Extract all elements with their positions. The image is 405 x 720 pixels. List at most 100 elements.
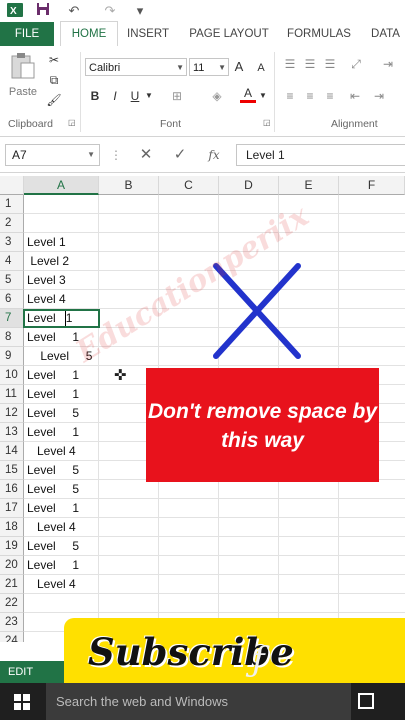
search-input[interactable]: Search the web and Windows	[46, 683, 351, 720]
borders-icon[interactable]: ⊞	[166, 88, 188, 104]
cell-a12[interactable]: Level 5	[27, 404, 79, 423]
row-header[interactable]: 1	[0, 195, 24, 214]
alignment-group-label: Alignment	[331, 118, 378, 130]
format-painter-icon[interactable]: 🖌	[46, 92, 62, 108]
row-header[interactable]: 5	[0, 271, 24, 290]
tab-home[interactable]: HOME	[60, 21, 118, 48]
row-header[interactable]: 8	[0, 328, 24, 347]
row-header[interactable]: 7	[0, 309, 24, 328]
bold-button[interactable]: B	[88, 88, 102, 104]
tab-page-layout[interactable]: PAGE LAYOUT	[186, 22, 272, 46]
divider	[274, 52, 275, 132]
row-header[interactable]: 16	[0, 480, 24, 499]
redo-button[interactable]: ↷	[98, 2, 122, 20]
tab-data[interactable]: DATA	[366, 22, 405, 46]
column-header-c[interactable]: C	[159, 176, 219, 195]
tab-file[interactable]: FILE	[0, 22, 54, 46]
row-header[interactable]: 21	[0, 575, 24, 594]
font-size-combo[interactable]: 11 ▼	[189, 58, 229, 76]
copy-icon[interactable]: ⧉	[46, 72, 62, 88]
row-header[interactable]: 9	[0, 347, 24, 366]
cell-a15[interactable]: Level 5	[27, 461, 79, 480]
column-header-e[interactable]: E	[279, 176, 339, 195]
cell-a8[interactable]: Level 1	[27, 328, 79, 347]
wrap-text-icon[interactable]: ⇥	[378, 56, 398, 72]
windows-start-icon[interactable]	[14, 694, 30, 715]
cell-a14[interactable]: Level 4	[27, 442, 76, 461]
save-icon[interactable]	[34, 2, 52, 20]
font-color-button[interactable]: A	[240, 86, 256, 103]
row-header[interactable]: 10	[0, 366, 24, 385]
warning-text: Don't remove space by this way	[147, 400, 378, 452]
pointer-hand-icon: ƒ	[252, 640, 265, 680]
select-all-corner[interactable]	[0, 176, 24, 195]
cell-a21[interactable]: Level 4	[27, 575, 76, 594]
cell-a17[interactable]: Level 1	[27, 499, 79, 518]
cell-a18[interactable]: Level 4	[27, 518, 76, 537]
active-cell-border[interactable]	[23, 309, 100, 328]
row-header[interactable]: 13	[0, 423, 24, 442]
cell-a19[interactable]: Level 5	[27, 537, 79, 556]
align-left-icon[interactable]: ≡	[282, 88, 298, 104]
tab-formulas[interactable]: FORMULAS	[282, 22, 356, 46]
align-right-icon[interactable]: ≡	[322, 88, 338, 104]
column-header-d[interactable]: D	[219, 176, 279, 195]
row-header[interactable]: 2	[0, 214, 24, 233]
underline-button[interactable]: U	[128, 88, 142, 104]
cell-a4[interactable]: Level 2	[27, 252, 69, 271]
row-header[interactable]: 19	[0, 537, 24, 556]
cell-a5[interactable]: Level 3	[27, 271, 66, 290]
column-header-b[interactable]: B	[99, 176, 159, 195]
cut-icon[interactable]: ✂	[46, 52, 62, 68]
cell-a16[interactable]: Level 5	[27, 480, 79, 499]
grow-font-button[interactable]: A	[232, 59, 246, 75]
chevron-down-icon[interactable]: ▼	[144, 88, 154, 104]
align-bottom-icon[interactable]: ☰	[322, 56, 338, 72]
cancel-icon[interactable]: ✕	[136, 147, 156, 163]
row-header[interactable]: 23	[0, 613, 24, 632]
name-box[interactable]: A7 ▼	[5, 144, 100, 166]
row-header[interactable]: 4	[0, 252, 24, 271]
row-header[interactable]: 3	[0, 233, 24, 252]
cell-a3[interactable]: Level 1	[27, 233, 66, 252]
align-center-icon[interactable]: ≡	[302, 88, 318, 104]
align-top-icon[interactable]: ☰	[282, 56, 298, 72]
cell-a11[interactable]: Level 1	[27, 385, 79, 404]
paste-label[interactable]: Paste	[4, 84, 42, 100]
undo-button[interactable]: ↶	[62, 2, 86, 20]
orientation-icon[interactable]: ⤢	[346, 56, 366, 72]
decrease-indent-icon[interactable]: ⇤	[346, 88, 364, 104]
row-header[interactable]: 11	[0, 385, 24, 404]
row-header[interactable]: 20	[0, 556, 24, 575]
row-header[interactable]: 22	[0, 594, 24, 613]
insert-function-button[interactable]: fx	[204, 147, 224, 163]
row-header[interactable]: 12	[0, 404, 24, 423]
formula-input[interactable]: Level 1	[236, 144, 405, 166]
font-name-combo[interactable]: Calibri ▼	[85, 58, 187, 76]
tab-insert[interactable]: INSERT	[122, 22, 174, 46]
row-header[interactable]: 24	[0, 632, 24, 642]
customize-icon[interactable]: ▾	[134, 2, 146, 20]
clipboard-launcher-icon[interactable]: ◲	[68, 118, 76, 127]
column-header-a[interactable]: A	[24, 176, 99, 195]
align-middle-icon[interactable]: ☰	[302, 56, 318, 72]
cell-a6[interactable]: Level 4	[27, 290, 66, 309]
font-launcher-icon[interactable]: ◲	[263, 118, 271, 127]
increase-indent-icon[interactable]: ⇥	[370, 88, 388, 104]
fill-color-icon[interactable]: ◈	[206, 88, 228, 104]
cell-a20[interactable]: Level 1	[27, 556, 79, 575]
paste-icon[interactable]	[8, 52, 38, 80]
row-header[interactable]: 18	[0, 518, 24, 537]
shrink-font-button[interactable]: A	[254, 60, 268, 76]
chevron-down-icon[interactable]: ▼	[258, 88, 268, 104]
italic-button[interactable]: I	[108, 88, 122, 104]
column-header-f[interactable]: F	[339, 176, 405, 195]
enter-icon[interactable]: ✓	[170, 147, 190, 163]
cell-a13[interactable]: Level 1	[27, 423, 79, 442]
cell-a10[interactable]: Level 1	[27, 366, 79, 385]
row-header[interactable]: 6	[0, 290, 24, 309]
row-header[interactable]: 14	[0, 442, 24, 461]
row-header[interactable]: 15	[0, 461, 24, 480]
task-view-icon[interactable]	[358, 693, 374, 709]
row-header[interactable]: 17	[0, 499, 24, 518]
